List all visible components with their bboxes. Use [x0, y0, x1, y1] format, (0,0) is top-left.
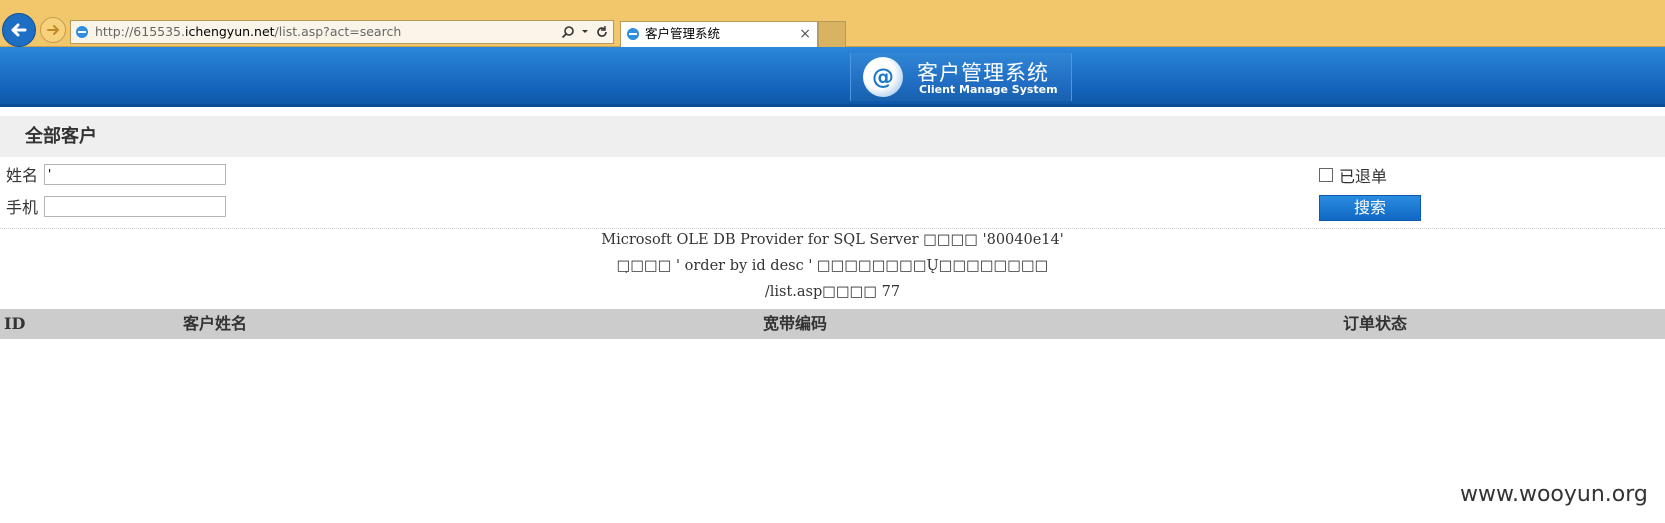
phone-row: 手机 — [6, 194, 226, 218]
dropdown-icon[interactable] — [581, 28, 589, 36]
ie-icon — [627, 28, 639, 40]
url-host: ichengyun.net — [184, 24, 275, 39]
back-button[interactable] — [2, 13, 36, 47]
refunded-label: 已退单 — [1339, 167, 1388, 186]
refresh-icon[interactable] — [595, 25, 609, 39]
name-row: 姓名 — [6, 162, 226, 186]
browser-tab[interactable]: 客户管理系统 × — [620, 21, 818, 47]
error-line-2: □̦□□□ ' order by id desc ' □□□□□□□□Ų□□□□… — [616, 258, 1049, 274]
refunded-checkbox-row[interactable]: 已退单 — [1319, 163, 1387, 187]
tab-title: 客户管理系统 — [645, 26, 721, 41]
forward-arrow-icon — [47, 25, 59, 35]
phone-label: 手机 — [6, 198, 39, 217]
url-prefix: http://615535. — [95, 24, 185, 39]
back-arrow-icon — [11, 23, 27, 37]
new-tab-button[interactable] — [818, 21, 846, 47]
browser-toolbar: http://615535.ichengyun.net/list.asp?act… — [0, 0, 1665, 47]
error-line-3: /list.asp□□□□ 77 — [764, 284, 901, 300]
refunded-checkbox[interactable] — [1319, 168, 1333, 182]
column-id: ID — [4, 314, 26, 333]
brand: @ 客户管理系统 Client Manage System — [850, 53, 1072, 101]
error-line-1: Microsoft OLE DB Provider for SQL Server… — [601, 232, 1064, 248]
url-path: /list.asp?act=search — [274, 24, 402, 39]
ie-icon — [76, 26, 88, 38]
site-header: @ 客户管理系统 Client Manage System — [0, 47, 1665, 107]
close-tab-icon[interactable]: × — [799, 22, 811, 46]
column-order-status: 订单状态 — [1343, 314, 1408, 333]
divider — [0, 228, 1665, 229]
name-label: 姓名 — [6, 166, 39, 185]
logo-icon: @ — [863, 57, 903, 97]
section-title: 全部客户 — [0, 116, 1665, 157]
name-input[interactable] — [44, 163, 226, 185]
address-bar[interactable]: http://615535.ichengyun.net/list.asp?act… — [70, 20, 614, 44]
column-broadband-code: 宽带编码 — [763, 314, 828, 333]
forward-button[interactable] — [40, 17, 66, 43]
watermark: www.wooyun.org — [1460, 482, 1648, 507]
phone-input[interactable] — [44, 195, 226, 217]
table-header: ID 客户姓名 宽带编码 订单状态 — [0, 309, 1665, 339]
search-button[interactable]: 搜索 — [1319, 195, 1421, 221]
search-icon[interactable] — [561, 25, 575, 39]
brand-subtitle: Client Manage System — [919, 83, 1058, 96]
column-customer-name: 客户姓名 — [183, 314, 248, 333]
